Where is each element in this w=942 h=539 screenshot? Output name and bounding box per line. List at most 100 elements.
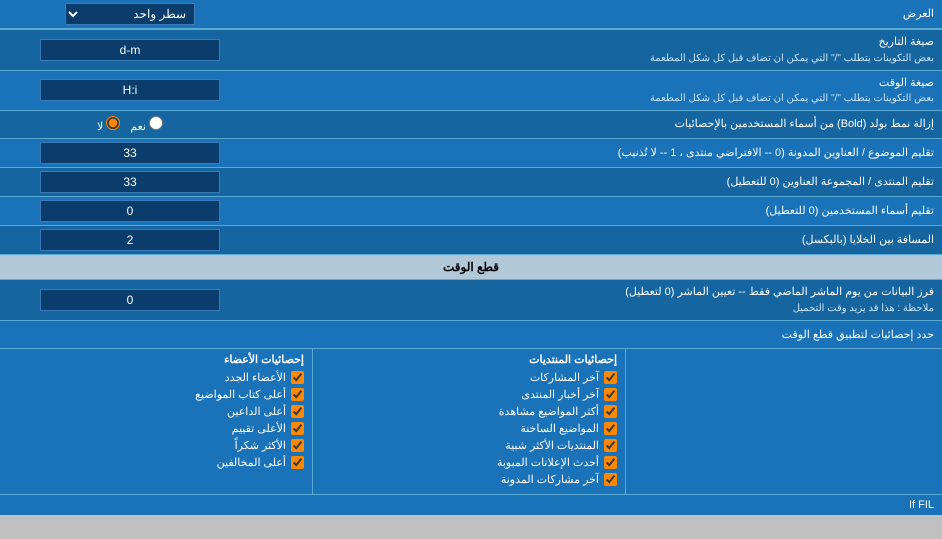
bold-radio-no-text: لا [97,121,103,133]
forum-group-row: تقليم المنتدى / المجموعة العناوين (0 للت… [0,168,942,197]
spacing-row: المسافة بين الخلايا (بالبكسل) [0,226,942,255]
usernames-row: تقليم أسماء المستخدمين (0 للتعطيل) [0,197,942,226]
members-stats-header: إحصائيات الأعضاء [8,353,304,366]
posts-stats-header: إحصائيات المنتديات [321,353,617,366]
last-posts-item: آخر المشاركات [321,371,617,384]
time-format-title: صيغة الوقت [268,75,934,92]
bold-radio-group: نعم لا [97,116,163,133]
bold-remove-label: إزالة نمط بولد (Bold) من أسماء المستخدمي… [260,112,942,137]
most-thanked-item: الأكثر شكراً [8,439,304,452]
limit-row: حدد إحصائيات لتطبيق قطع الوقت [0,321,942,349]
usernames-label: تقليم أسماء المستخدمين (0 للتعطيل) [260,199,942,224]
bold-radio-yes-text: نعم [130,121,146,133]
popular-forums-item: المنتديات الأكثر شبية [321,439,617,452]
date-format-sublabel: بعض التكوينات يتطلب "/" التي يمكن ان تضا… [268,51,934,66]
members-stats-col: إحصائيات الأعضاء الأعضاء الجدد أعلى كتاب… [0,349,312,494]
usernames-input-cell [0,197,260,225]
top-rated-checkbox[interactable] [291,422,304,435]
new-members-label: الأعضاء الجدد [225,371,286,384]
bottom-text: If FIL [909,499,934,511]
cutoff-section-header-row: قطع الوقت [0,255,942,280]
filter-main-label: فرز البيانات من يوم الماشر الماضي فقط --… [268,284,934,301]
latest-ads-label: أحدث الإعلانات المبوبة [497,456,599,469]
last-posts-label: آخر المشاركات [530,371,599,384]
new-members-checkbox[interactable] [291,371,304,384]
display-select-cell: سطر واحد سطران ثلاثة أسطر [0,0,260,28]
date-format-title: صيغة التاريخ [268,34,934,51]
most-thanked-checkbox[interactable] [291,439,304,452]
forum-subject-label: تقليم الموضوع / العناوين المدونة (0 -- ا… [260,141,942,166]
last-tracked-item: آخر مشاركات المدونة [321,473,617,486]
bold-radio-yes[interactable] [149,116,163,130]
top-posters-label: أعلى كتاب المواضيع [195,388,286,401]
forum-subject-input-cell [0,139,260,167]
hot-topics-checkbox[interactable] [604,422,617,435]
bold-radio-no[interactable] [106,116,120,130]
time-format-sublabel: بعض التكوينات يتطلب "/" التي يمكن ان تضا… [268,91,934,106]
date-format-label: صيغة التاريخ بعض التكوينات يتطلب "/" الت… [260,30,942,70]
latest-ads-item: أحدث الإعلانات المبوبة [321,456,617,469]
checkboxes-section: إحصائيات المنتديات آخر المشاركات آخر أخب… [0,349,942,495]
bold-radio-no-label[interactable]: لا [97,116,120,133]
forum-group-label: تقليم المنتدى / المجموعة العناوين (0 للت… [260,170,942,195]
filter-input[interactable] [40,289,220,311]
most-viewed-item: أكثر المواضيع مشاهدة [321,405,617,418]
display-select[interactable]: سطر واحد سطران ثلاثة أسطر [65,3,195,25]
main-container: العرض سطر واحد سطران ثلاثة أسطر صيغة الت… [0,0,942,515]
display-label: العرض [260,2,942,27]
last-tracked-label: آخر مشاركات المدونة [501,473,599,486]
top-referrers-item: أعلى الداعين [8,405,304,418]
top-referrers-label: أعلى الداعين [227,405,286,418]
forum-group-input-cell [0,168,260,196]
top-referrers-checkbox[interactable] [291,405,304,418]
spacing-input[interactable] [40,229,220,251]
spacing-label: المسافة بين الخلايا (بالبكسل) [260,228,942,253]
hot-topics-item: المواضيع الساخنة [321,422,617,435]
date-format-row: صيغة التاريخ بعض التكوينات يتطلب "/" الت… [0,30,942,71]
popular-forums-checkbox[interactable] [604,439,617,452]
bottom-text-row: If FIL [0,495,942,515]
filter-note-label: ملاحظة : هذا قد يزيد وقت التحميل [268,301,934,316]
top-posters-checkbox[interactable] [291,388,304,401]
top-posters-item: أعلى كتاب المواضيع [8,388,304,401]
forum-news-checkbox[interactable] [604,388,617,401]
bold-remove-row: إزالة نمط بولد (Bold) من أسماء المستخدمي… [0,111,942,139]
posts-stats-col: إحصائيات المنتديات آخر المشاركات آخر أخب… [312,349,625,494]
hot-topics-label: المواضيع الساخنة [520,422,599,435]
display-row: العرض سطر واحد سطران ثلاثة أسطر [0,0,942,30]
forum-subject-row: تقليم الموضوع / العناوين المدونة (0 -- ا… [0,139,942,168]
last-tracked-checkbox[interactable] [604,473,617,486]
date-format-input-cell [0,36,260,64]
most-thanked-label: الأكثر شكراً [235,439,286,452]
top-ignored-label: أعلى المخالفين [217,456,286,469]
forum-news-item: آخر أخبار المنتدى [321,388,617,401]
new-members-item: الأعضاء الجدد [8,371,304,384]
bold-radio-yes-label[interactable]: نعم [130,116,163,133]
forum-group-input[interactable] [40,171,220,193]
date-format-input[interactable] [40,39,220,61]
forum-news-label: آخر أخبار المنتدى [521,388,599,401]
filter-row: فرز البيانات من يوم الماشر الماضي فقط --… [0,280,942,321]
stats-limit-col [625,349,942,494]
usernames-input[interactable] [40,200,220,222]
bold-remove-input-cell: نعم لا [0,113,260,136]
limit-label: حدد إحصائيات لتطبيق قطع الوقت [0,324,942,345]
spacing-input-cell [0,226,260,254]
cutoff-section-title: قطع الوقت [0,255,942,279]
top-ignored-checkbox[interactable] [291,456,304,469]
last-posts-checkbox[interactable] [604,371,617,384]
top-rated-item: الأعلى تقييم [8,422,304,435]
time-format-input[interactable] [40,79,220,101]
time-format-row: صيغة الوقت بعض التكوينات يتطلب "/" التي … [0,71,942,112]
latest-ads-checkbox[interactable] [604,456,617,469]
popular-forums-label: المنتديات الأكثر شبية [505,439,599,452]
most-viewed-label: أكثر المواضيع مشاهدة [499,405,599,418]
time-format-label: صيغة الوقت بعض التكوينات يتطلب "/" التي … [260,71,942,111]
most-viewed-checkbox[interactable] [604,405,617,418]
top-rated-label: الأعلى تقييم [232,422,286,435]
filter-label: فرز البيانات من يوم الماشر الماضي فقط --… [260,280,942,320]
top-ignored-item: أعلى المخالفين [8,456,304,469]
forum-subject-input[interactable] [40,142,220,164]
filter-input-cell [0,286,260,314]
time-format-input-cell [0,76,260,104]
